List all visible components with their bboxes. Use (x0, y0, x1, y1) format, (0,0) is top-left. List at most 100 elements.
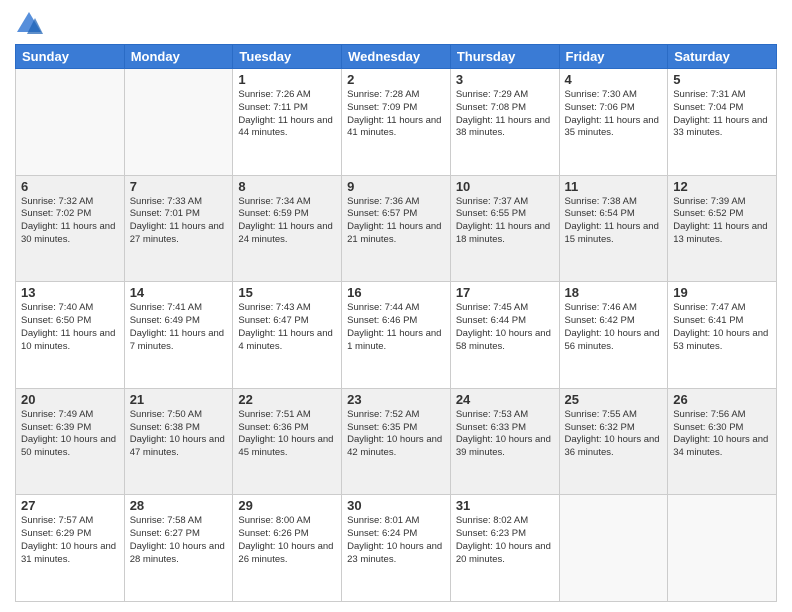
day-number: 24 (456, 392, 554, 407)
calendar-cell (668, 495, 777, 602)
day-number: 4 (565, 72, 663, 87)
day-info: Sunrise: 7:41 AM Sunset: 6:49 PM Dayligh… (130, 302, 228, 353)
calendar-cell (559, 495, 668, 602)
day-info: Sunrise: 7:40 AM Sunset: 6:50 PM Dayligh… (21, 302, 119, 353)
day-number: 26 (673, 392, 771, 407)
day-info: Sunrise: 7:55 AM Sunset: 6:32 PM Dayligh… (565, 409, 663, 460)
day-number: 20 (21, 392, 119, 407)
day-number: 28 (130, 498, 228, 513)
calendar-cell: 11 Sunrise: 7:38 AM Sunset: 6:54 PM Dayli… (559, 175, 668, 282)
day-info: Sunrise: 7:46 AM Sunset: 6:42 PM Dayligh… (565, 302, 663, 353)
calendar-cell: 21 Sunrise: 7:50 AM Sunset: 6:38 PM Dayli… (124, 388, 233, 495)
calendar-cell: 14 Sunrise: 7:41 AM Sunset: 6:49 PM Dayli… (124, 282, 233, 389)
day-info: Sunrise: 7:43 AM Sunset: 6:47 PM Dayligh… (238, 302, 336, 353)
day-number: 2 (347, 72, 445, 87)
calendar-header-sunday: Sunday (16, 45, 125, 69)
calendar-header-tuesday: Tuesday (233, 45, 342, 69)
day-number: 11 (565, 179, 663, 194)
day-info: Sunrise: 7:39 AM Sunset: 6:52 PM Dayligh… (673, 196, 771, 247)
calendar-header-thursday: Thursday (450, 45, 559, 69)
day-info: Sunrise: 7:38 AM Sunset: 6:54 PM Dayligh… (565, 196, 663, 247)
day-info: Sunrise: 7:58 AM Sunset: 6:27 PM Dayligh… (130, 515, 228, 566)
day-info: Sunrise: 7:52 AM Sunset: 6:35 PM Dayligh… (347, 409, 445, 460)
day-info: Sunrise: 7:29 AM Sunset: 7:08 PM Dayligh… (456, 89, 554, 140)
day-info: Sunrise: 7:36 AM Sunset: 6:57 PM Dayligh… (347, 196, 445, 247)
day-info: Sunrise: 7:28 AM Sunset: 7:09 PM Dayligh… (347, 89, 445, 140)
day-number: 21 (130, 392, 228, 407)
day-info: Sunrise: 7:57 AM Sunset: 6:29 PM Dayligh… (21, 515, 119, 566)
logo (15, 10, 47, 38)
calendar-cell: 19Sunrise: 7:47 AM Sunset: 6:41 PM Dayli… (668, 282, 777, 389)
day-number: 9 (347, 179, 445, 194)
calendar-cell: 18Sunrise: 7:46 AM Sunset: 6:42 PM Dayli… (559, 282, 668, 389)
calendar-week-row: 27 Sunrise: 7:57 AM Sunset: 6:29 PM Dayli… (16, 495, 777, 602)
day-number: 19 (673, 285, 771, 300)
day-info: Sunrise: 7:51 AM Sunset: 6:36 PM Dayligh… (238, 409, 336, 460)
day-number: 8 (238, 179, 336, 194)
calendar-header-wednesday: Wednesday (342, 45, 451, 69)
calendar-cell: 3 Sunrise: 7:29 AM Sunset: 7:08 PM Daylig… (450, 69, 559, 176)
day-info: Sunrise: 8:01 AM Sunset: 6:24 PM Dayligh… (347, 515, 445, 566)
day-number: 31 (456, 498, 554, 513)
day-number: 13 (21, 285, 119, 300)
calendar-week-row: 6 Sunrise: 7:32 AM Sunset: 7:02 PM Daylig… (16, 175, 777, 282)
calendar-cell: 7 Sunrise: 7:33 AM Sunset: 7:01 PM Daylig… (124, 175, 233, 282)
calendar-cell: 30 Sunrise: 8:01 AM Sunset: 6:24 PM Dayli… (342, 495, 451, 602)
day-info: Sunrise: 7:49 AM Sunset: 6:39 PM Dayligh… (21, 409, 119, 460)
day-info: Sunrise: 7:44 AM Sunset: 6:46 PM Dayligh… (347, 302, 445, 353)
calendar-cell: 4 Sunrise: 7:30 AM Sunset: 7:06 PM Daylig… (559, 69, 668, 176)
calendar-cell: 22Sunrise: 7:51 AM Sunset: 6:36 PM Dayli… (233, 388, 342, 495)
day-info: Sunrise: 7:26 AM Sunset: 7:11 PM Dayligh… (238, 89, 336, 140)
calendar-header-friday: Friday (559, 45, 668, 69)
calendar-cell: 28 Sunrise: 7:58 AM Sunset: 6:27 PM Dayli… (124, 495, 233, 602)
calendar-cell: 23Sunrise: 7:52 AM Sunset: 6:35 PM Dayli… (342, 388, 451, 495)
day-info: Sunrise: 7:53 AM Sunset: 6:33 PM Dayligh… (456, 409, 554, 460)
calendar-cell: 27 Sunrise: 7:57 AM Sunset: 6:29 PM Dayli… (16, 495, 125, 602)
calendar-cell: 20 Sunrise: 7:49 AM Sunset: 6:39 PM Dayli… (16, 388, 125, 495)
day-info: Sunrise: 7:31 AM Sunset: 7:04 PM Dayligh… (673, 89, 771, 140)
calendar-cell: 13 Sunrise: 7:40 AM Sunset: 6:50 PM Dayli… (16, 282, 125, 389)
calendar-cell: 10Sunrise: 7:37 AM Sunset: 6:55 PM Dayli… (450, 175, 559, 282)
calendar-cell: 8 Sunrise: 7:34 AM Sunset: 6:59 PM Daylig… (233, 175, 342, 282)
calendar-cell: 24 Sunrise: 7:53 AM Sunset: 6:33 PM Dayli… (450, 388, 559, 495)
logo-icon (15, 10, 43, 38)
day-info: Sunrise: 7:30 AM Sunset: 7:06 PM Dayligh… (565, 89, 663, 140)
day-number: 16 (347, 285, 445, 300)
day-info: Sunrise: 7:34 AM Sunset: 6:59 PM Dayligh… (238, 196, 336, 247)
day-info: Sunrise: 7:50 AM Sunset: 6:38 PM Dayligh… (130, 409, 228, 460)
day-number: 6 (21, 179, 119, 194)
calendar-header-row: SundayMondayTuesdayWednesdayThursdayFrid… (16, 45, 777, 69)
day-number: 30 (347, 498, 445, 513)
calendar-cell: 6 Sunrise: 7:32 AM Sunset: 7:02 PM Daylig… (16, 175, 125, 282)
day-number: 12 (673, 179, 771, 194)
day-number: 7 (130, 179, 228, 194)
day-number: 14 (130, 285, 228, 300)
day-number: 1 (238, 72, 336, 87)
calendar-cell: 5 Sunrise: 7:31 AM Sunset: 7:04 PM Daylig… (668, 69, 777, 176)
day-info: Sunrise: 7:33 AM Sunset: 7:01 PM Dayligh… (130, 196, 228, 247)
page: SundayMondayTuesdayWednesdayThursdayFrid… (0, 0, 792, 612)
day-info: Sunrise: 7:37 AM Sunset: 6:55 PM Dayligh… (456, 196, 554, 247)
calendar-cell: 29Sunrise: 8:00 AM Sunset: 6:26 PM Dayli… (233, 495, 342, 602)
calendar-cell: 2 Sunrise: 7:28 AM Sunset: 7:09 PM Daylig… (342, 69, 451, 176)
day-info: Sunrise: 7:45 AM Sunset: 6:44 PM Dayligh… (456, 302, 554, 353)
calendar-cell: 12 Sunrise: 7:39 AM Sunset: 6:52 PM Dayli… (668, 175, 777, 282)
day-info: Sunrise: 7:32 AM Sunset: 7:02 PM Dayligh… (21, 196, 119, 247)
calendar-header-saturday: Saturday (668, 45, 777, 69)
calendar-cell: 15Sunrise: 7:43 AM Sunset: 6:47 PM Dayli… (233, 282, 342, 389)
day-number: 5 (673, 72, 771, 87)
calendar-cell: 25Sunrise: 7:55 AM Sunset: 6:32 PM Dayli… (559, 388, 668, 495)
calendar-week-row: 20 Sunrise: 7:49 AM Sunset: 6:39 PM Dayli… (16, 388, 777, 495)
header (15, 10, 777, 38)
day-info: Sunrise: 8:02 AM Sunset: 6:23 PM Dayligh… (456, 515, 554, 566)
calendar-cell: 9 Sunrise: 7:36 AM Sunset: 6:57 PM Daylig… (342, 175, 451, 282)
calendar-week-row: 1 Sunrise: 7:26 AM Sunset: 7:11 PM Daylig… (16, 69, 777, 176)
calendar-cell (16, 69, 125, 176)
calendar-cell: 26 Sunrise: 7:56 AM Sunset: 6:30 PM Dayli… (668, 388, 777, 495)
day-number: 3 (456, 72, 554, 87)
day-info: Sunrise: 7:56 AM Sunset: 6:30 PM Dayligh… (673, 409, 771, 460)
calendar-cell: 16 Sunrise: 7:44 AM Sunset: 6:46 PM Dayli… (342, 282, 451, 389)
calendar-cell: 17Sunrise: 7:45 AM Sunset: 6:44 PM Dayli… (450, 282, 559, 389)
calendar-cell (124, 69, 233, 176)
day-number: 27 (21, 498, 119, 513)
